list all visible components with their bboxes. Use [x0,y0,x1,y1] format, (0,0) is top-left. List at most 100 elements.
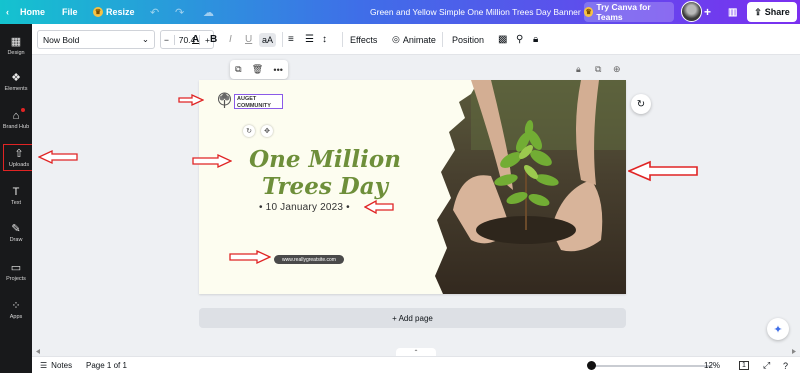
headline-line1[interactable]: One Million [209,146,441,173]
transparency-icon[interactable]: ▩ [498,24,507,55]
sidebar-item-text[interactable]: T Text [0,180,32,212]
file-menu[interactable]: File [62,0,78,24]
page-count-label: 1 [739,361,749,370]
notes-icon: ☰ [40,361,48,370]
divider [342,32,343,47]
undo-icon[interactable]: ↶ [150,0,159,24]
left-sidebar: ▦ Design ❖ Elements ⌂ Brand Hub ⇧ Upload… [0,24,35,373]
paint-format-icon[interactable]: ⚲ [516,24,523,55]
cloud-save-icon[interactable]: ☁ [203,0,214,24]
font-family-value: Now Bold [43,34,80,45]
element-float-toolbar: ⧉ 🗑︎ ••• [230,60,288,79]
home-menu[interactable]: Home [20,0,45,24]
user-avatar[interactable] [681,1,702,22]
page-count-button[interactable]: 1 [739,357,749,373]
sidebar-item-label: Elements [4,86,28,92]
font-family-select[interactable]: Now Bold ⌄ [37,30,155,49]
sidebar-item-design[interactable]: ▦ Design [0,30,32,62]
animate-label: Animate [402,34,436,45]
crown-icon: ♛ [93,7,103,17]
sidebar-item-apps[interactable]: ⁘ Apps [0,294,32,326]
annotation-arrow-right [178,94,204,106]
page-indicator[interactable]: Page 1 of 1 [86,357,127,373]
text-color-button[interactable]: A [192,24,199,55]
hands-holding-sapling-photo[interactable] [431,80,626,294]
try-teams-button[interactable]: ♛ Try Canva for Teams [584,2,674,22]
move-handle-icon[interactable]: ✥ [261,125,273,137]
draw-icon: ✎ [11,223,21,235]
text-formatting-toolbar: Now Bold ⌄ − 70.4 + A B I U aA ≡ ☰ ↕ Eff… [32,24,800,55]
notification-dot [21,108,25,112]
headline-line2[interactable]: Trees Day [209,173,441,200]
annotation-arrow-right [229,250,271,264]
list-icon[interactable]: ☰ [305,24,314,55]
design-icon: ▦ [10,36,22,48]
back-chevron-icon[interactable]: ‹ [6,0,9,24]
effects-button[interactable]: Effects [350,24,377,55]
italic-button[interactable]: I [229,24,232,55]
uploads-icon: ⇧ [14,147,24,160]
duplicate-icon[interactable]: ⧉ [235,64,241,75]
redo-icon[interactable]: ↷ [175,0,184,24]
add-page-button[interactable]: + Add page [199,308,626,328]
duplicate-page-icon[interactable]: ⧉ [595,64,601,75]
annotation-arrow-left [364,200,394,214]
fullscreen-icon[interactable]: ⤢ [763,357,770,373]
line-spacing-icon[interactable]: ↕ [322,24,327,55]
share-icon: ⇪ [754,6,762,17]
sidebar-item-elements[interactable]: ❖ Elements [0,66,32,98]
font-size-decrease[interactable]: − [164,35,169,45]
brand-hub-icon: ⌂ [12,110,20,122]
share-button[interactable]: ⇪ Share [747,2,797,22]
rotate-handle-icon[interactable]: ↻ [243,125,255,137]
divider [442,32,443,47]
more-options-icon[interactable]: ••• [273,65,282,75]
position-button[interactable]: Position [452,24,484,55]
notes-button[interactable]: ☰ Notes [40,357,72,373]
share-label: Share [764,7,790,17]
animate-button[interactable]: ◎ Animate [392,24,436,55]
top-header: ‹ Home File ♛ Resize ↶ ↷ ☁ Green and Yel… [0,0,800,24]
crown-icon: ♛ [584,7,594,17]
sidebar-item-projects[interactable]: ▭ Projects [0,256,32,288]
horizontal-scrollbar[interactable] [36,349,796,354]
annotation-arrow-left [38,150,78,164]
sidebar-item-brand-hub[interactable]: ⌂ Brand Hub [0,104,32,136]
font-size-stepper[interactable]: − 70.4 + [160,30,214,49]
sidebar-item-uploads[interactable]: ⇧ Uploads [3,144,35,171]
lock-page-icon[interactable]: 🔒︎ [576,64,581,75]
sidebar-item-label: Draw [9,237,23,243]
help-icon[interactable]: ? [783,357,788,373]
website-url[interactable]: www.reallygreatsite.com [274,255,344,264]
bold-button[interactable]: B [210,24,217,55]
align-left-icon[interactable]: ≡ [288,24,294,55]
delete-icon[interactable]: 🗑︎ [252,64,263,75]
document-title[interactable]: Green and Yellow Simple One Million Tree… [370,0,581,24]
analytics-icon[interactable]: ▥ [728,0,737,24]
projects-icon: ▭ [10,262,22,274]
notes-label: Notes [51,361,73,370]
divider [282,32,283,47]
zoom-slider-track[interactable] [592,365,712,367]
magic-assistant-icon[interactable]: ✦ [767,318,789,340]
refresh-icon[interactable]: ↻ [631,94,651,114]
underline-button[interactable]: U [245,24,252,55]
text-icon: T [12,186,20,198]
letter-case-button[interactable]: aA [259,24,277,55]
add-page-icon[interactable]: ⊕ [613,64,621,75]
sidebar-item-label: Design [7,50,25,56]
resize-button[interactable]: ♛ Resize [93,0,135,24]
sidebar-item-label: Projects [6,276,26,282]
event-date[interactable]: • 10 January 2023 • [259,202,350,213]
annotation-arrow-right [192,154,232,168]
lock-icon[interactable]: 🔒︎ [533,24,538,55]
zoom-slider-handle[interactable] [587,361,596,370]
logo-text-selected[interactable]: AUGET COMMUNITY [234,94,283,109]
sidebar-item-label: Uploads [8,161,30,168]
zoom-level[interactable]: 12% [704,357,720,373]
apps-icon: ⁘ [11,300,21,312]
tree-logo-icon [218,92,231,108]
sidebar-item-draw[interactable]: ✎ Draw [0,217,32,249]
add-people-icon[interactable]: + [704,0,711,24]
chevron-down-icon: ⌄ [141,34,149,44]
